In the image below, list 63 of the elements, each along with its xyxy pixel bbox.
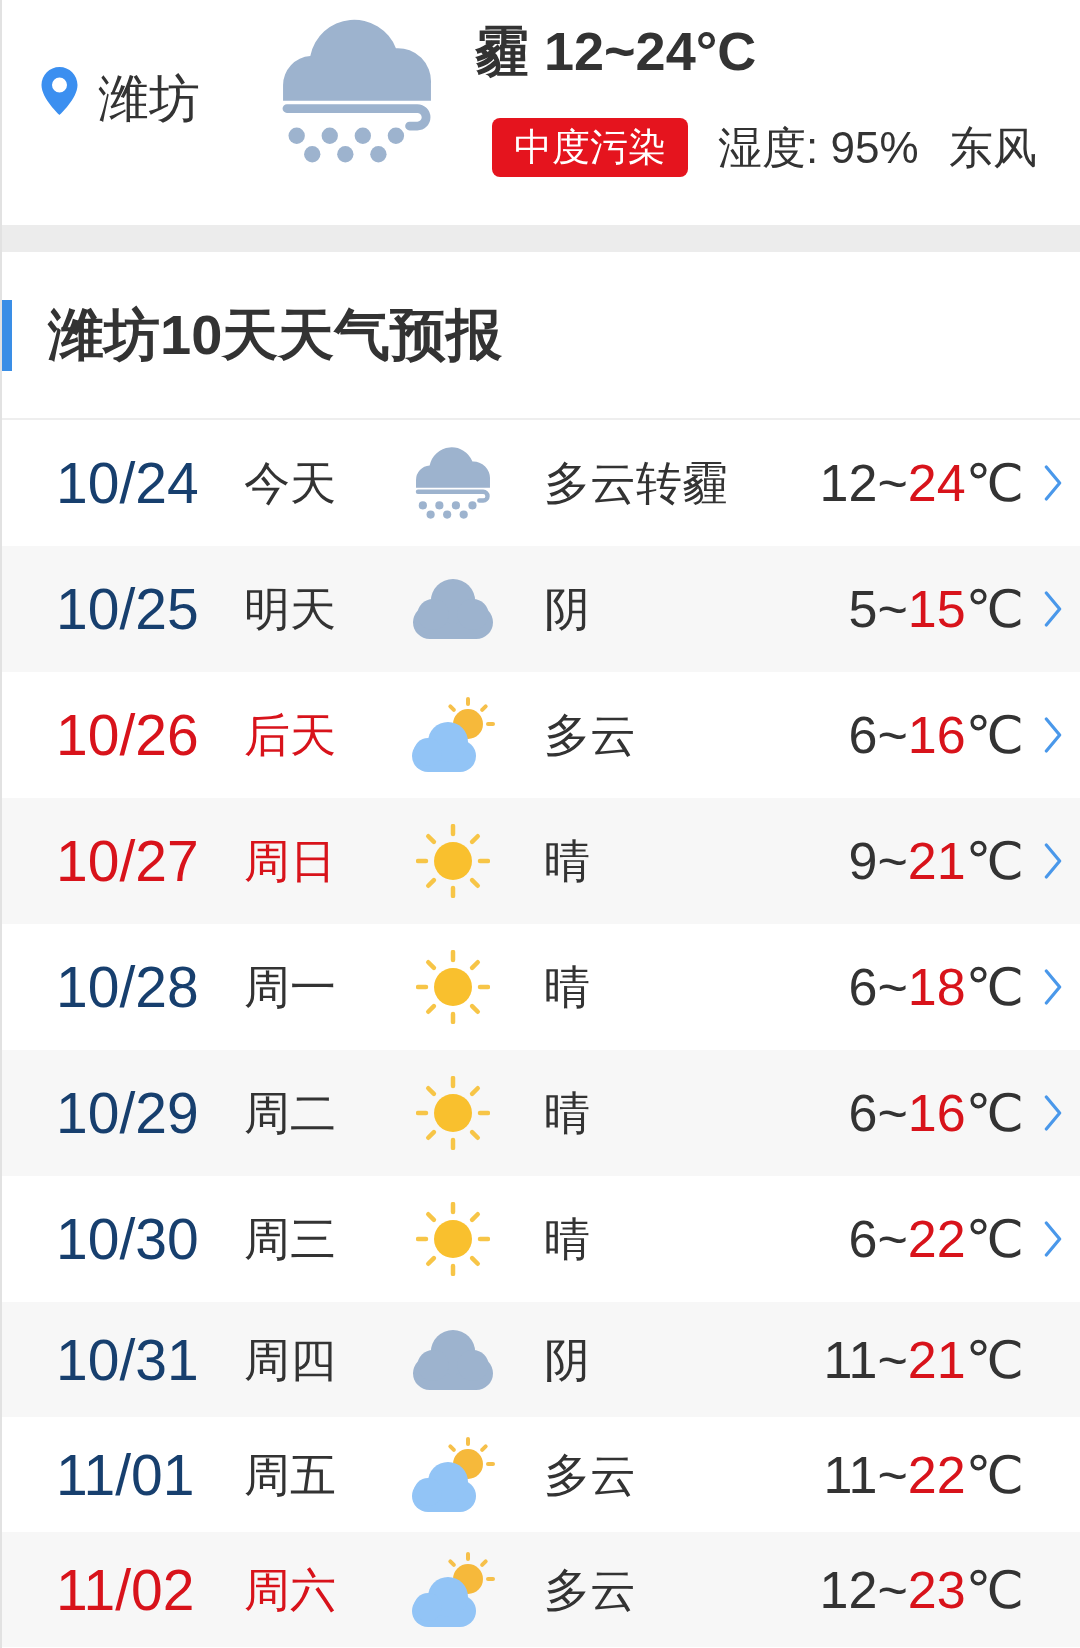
forecast-row[interactable]: 10/25 明天 阴 5~15℃ (2, 546, 1080, 672)
title-accent-bar (2, 299, 12, 371)
weekday-label: 周六 (244, 1562, 336, 1618)
forecast-row[interactable]: 10/31 周四 阴 11~21℃ (2, 1302, 1080, 1417)
weekday-label: 周三 (244, 1212, 336, 1267)
weekday-label: 周一 (244, 960, 336, 1015)
date-text: 10/28 (56, 954, 199, 1020)
condition-text: 阴 (544, 1332, 590, 1388)
forecast-row[interactable]: 11/02 周六 多云 12~23℃ (2, 1532, 1080, 1647)
date-text: 10/29 (56, 1080, 199, 1146)
condition-text: 多云转霾 (544, 456, 728, 511)
current-weather-summary: 霾 12~24°C (475, 20, 758, 83)
cloud-icon (412, 579, 493, 639)
condition-text: 多云 (544, 1447, 636, 1503)
condition-text: 晴 (544, 960, 590, 1015)
weekday-label: 周日 (244, 834, 336, 889)
forecast-title: 潍坊10天天气预报 (48, 302, 503, 368)
weekday-label: 周五 (244, 1447, 336, 1503)
sun-behind-cloud-icon (410, 697, 495, 773)
sun-behind-cloud-icon (410, 1551, 495, 1628)
date-text: 11/02 (56, 1556, 195, 1623)
date-text: 10/26 (56, 702, 199, 768)
condition-text: 晴 (544, 1086, 590, 1141)
condition-text: 晴 (544, 834, 590, 889)
date-text: 11/01 (56, 1441, 195, 1508)
condition-text: 多云 (544, 708, 636, 763)
temperature-range: 12~24℃ (819, 453, 1024, 514)
date-text: 10/31 (56, 1326, 199, 1393)
weekday-label: 明天 (244, 582, 336, 637)
condition-text: 阴 (544, 582, 590, 637)
sun-icon (415, 950, 490, 1024)
sun-icon (415, 824, 490, 898)
date-text: 10/24 (56, 450, 199, 516)
temperature-range: 11~21℃ (823, 1329, 1024, 1391)
humidity-text: 湿度: 95% (718, 121, 919, 174)
sun-behind-cloud-icon (410, 1436, 495, 1513)
temperature-range: 6~16℃ (848, 1083, 1024, 1144)
forecast-row[interactable]: 10/27 周日 晴 9~21℃ (2, 798, 1080, 924)
sun-icon (415, 1202, 490, 1276)
location-pin-icon (41, 67, 78, 115)
sun-icon (415, 1076, 490, 1150)
air-quality-badge: 中度污染 (492, 118, 688, 177)
location-name: 潍坊 (98, 70, 200, 127)
condition-text: 晴 (544, 1212, 590, 1267)
weekday-label: 周四 (244, 1332, 336, 1388)
temperature-range: 9~21℃ (848, 831, 1024, 892)
date-text: 10/30 (56, 1206, 199, 1272)
date-text: 10/27 (56, 828, 199, 894)
temperature-range: 5~15℃ (848, 579, 1024, 640)
weekday-label: 后天 (244, 708, 336, 763)
temperature-range: 12~23℃ (819, 1559, 1024, 1621)
weekday-label: 周二 (244, 1086, 336, 1141)
wind-direction-text: 东风 (948, 121, 1037, 174)
temperature-range: 11~22℃ (823, 1444, 1024, 1506)
temperature-range: 6~18℃ (848, 957, 1024, 1018)
temperature-range: 6~16℃ (848, 705, 1024, 766)
condition-text: 多云 (544, 1562, 636, 1618)
forecast-row[interactable]: 10/29 周二 晴 6~16℃ (2, 1050, 1080, 1176)
weekday-label: 今天 (244, 456, 336, 511)
cloud-icon (412, 1329, 493, 1390)
cloud-with-dots-icon (413, 447, 492, 519)
temperature-range: 6~22℃ (848, 1209, 1024, 1270)
date-text: 10/25 (56, 576, 199, 642)
